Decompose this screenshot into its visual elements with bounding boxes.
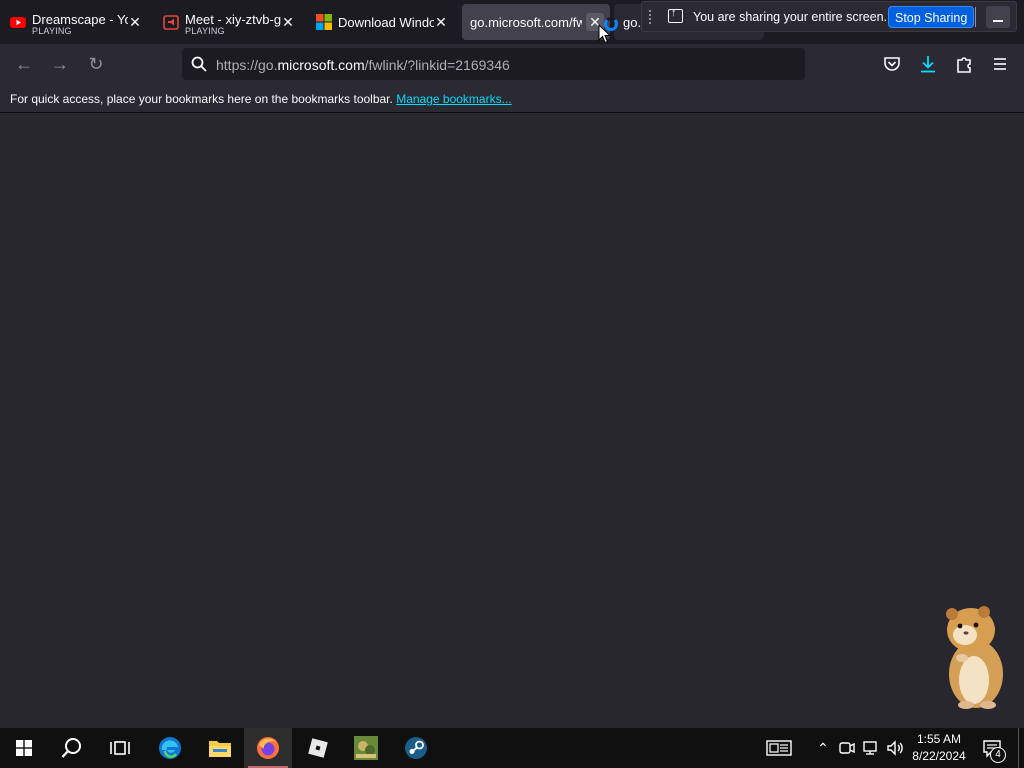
taskbar-roblox[interactable]	[294, 728, 342, 768]
tab-go-microsoft-active[interactable]: go.microsoft.com/fw ✕	[462, 4, 610, 40]
search-icon	[191, 56, 207, 72]
chevron-up-icon[interactable]: ⌃	[813, 738, 833, 758]
forward-arrow-icon[interactable]: →	[50, 54, 70, 74]
manage-bookmarks-link[interactable]: Manage bookmarks...	[396, 92, 511, 106]
search-button[interactable]	[48, 728, 96, 768]
tab-dreamscape[interactable]: Dreamscape - You PLAYING ✕	[0, 4, 152, 40]
task-view-button[interactable]	[96, 728, 144, 768]
task-view-icon	[110, 741, 130, 755]
screen-share-icon	[668, 7, 683, 23]
taskbar-firefox[interactable]	[244, 728, 292, 768]
network-icon[interactable]	[861, 738, 881, 758]
youtube-icon	[10, 17, 26, 28]
steam-icon	[405, 737, 427, 759]
clock-date: 8/22/2024	[912, 749, 966, 763]
tab-meet[interactable]: Meet - xiy-ztvb-g PLAYING ✕	[153, 4, 305, 40]
page-content	[0, 113, 1024, 728]
game-app-icon	[354, 736, 378, 760]
navigation-bar: ← → ↻ https://go.microsoft.com/fwlink/?l…	[0, 44, 1024, 84]
url-text: https://go.microsoft.com/fwlink/?linkid=…	[216, 57, 510, 73]
tab-title: Meet - xiy-ztvb-g	[185, 12, 281, 27]
show-desktop-button[interactable]	[1018, 728, 1019, 768]
tab-close-icon[interactable]: ✕	[279, 13, 297, 31]
screen: Dreamscape - You PLAYING ✕ Meet - xiy-zt…	[0, 0, 1024, 768]
minimize-button[interactable]	[986, 6, 1010, 28]
tab-title: go.microsoft.com/fw	[470, 15, 582, 30]
bookmarks-toolbar: For quick access, place your bookmarks h…	[0, 84, 1024, 113]
clock-time: 1:55 AM	[916, 732, 962, 746]
screen-sharing-bar: You are sharing your entire screen. Stop…	[641, 1, 1017, 32]
taskbar-edge[interactable]	[146, 728, 194, 768]
edge-icon	[159, 737, 181, 759]
divider	[975, 7, 976, 27]
stop-sharing-button[interactable]: Stop Sharing	[888, 6, 975, 28]
taskbar-file-explorer[interactable]	[196, 728, 244, 768]
meet-icon	[163, 15, 179, 30]
menu-icon[interactable]	[991, 55, 1009, 73]
taskbar-game-app[interactable]	[342, 728, 390, 768]
tab-title: Download Windo	[338, 15, 434, 30]
start-button[interactable]	[0, 728, 48, 768]
clock[interactable]: 1:55 AM 8/22/2024	[905, 731, 973, 765]
tab-close-icon[interactable]: ✕	[126, 13, 144, 31]
extensions-icon[interactable]	[955, 55, 973, 73]
pocket-icon[interactable]	[883, 55, 901, 73]
volume-icon[interactable]	[885, 738, 905, 758]
search-icon	[61, 738, 81, 758]
back-arrow-icon[interactable]: ←	[14, 54, 34, 74]
microsoft-icon	[316, 14, 332, 30]
address-bar[interactable]: https://go.microsoft.com/fwlink/?linkid=…	[182, 48, 805, 80]
drag-handle-icon[interactable]	[648, 10, 652, 24]
folder-icon	[209, 741, 231, 757]
tab-download-windows[interactable]: Download Windo ✕	[306, 4, 458, 40]
hamster-pet-image[interactable]	[938, 602, 1008, 710]
download-icon[interactable]	[919, 55, 937, 73]
meet-now-icon[interactable]	[837, 738, 857, 758]
sharing-message: You are sharing your entire screen.	[693, 10, 888, 24]
tab-close-icon[interactable]: ✕	[432, 13, 450, 31]
notification-count-badge: 4	[990, 747, 1006, 763]
taskbar-steam[interactable]	[392, 728, 440, 768]
bookmarks-hint: For quick access, place your bookmarks h…	[10, 92, 512, 106]
tab-playing-label: PLAYING	[32, 26, 72, 36]
reload-icon[interactable]: ↻	[86, 54, 106, 74]
news-widget-icon[interactable]	[766, 738, 792, 758]
firefox-icon	[257, 737, 279, 759]
tab-playing-label: PLAYING	[185, 26, 225, 36]
tab-title: Dreamscape - You	[32, 12, 128, 27]
taskbar: ⌃ 1:55 AM 8/22/2024 4	[0, 728, 1024, 768]
windows-icon	[16, 740, 32, 756]
roblox-icon	[308, 738, 328, 758]
mouse-cursor-icon	[598, 24, 612, 44]
